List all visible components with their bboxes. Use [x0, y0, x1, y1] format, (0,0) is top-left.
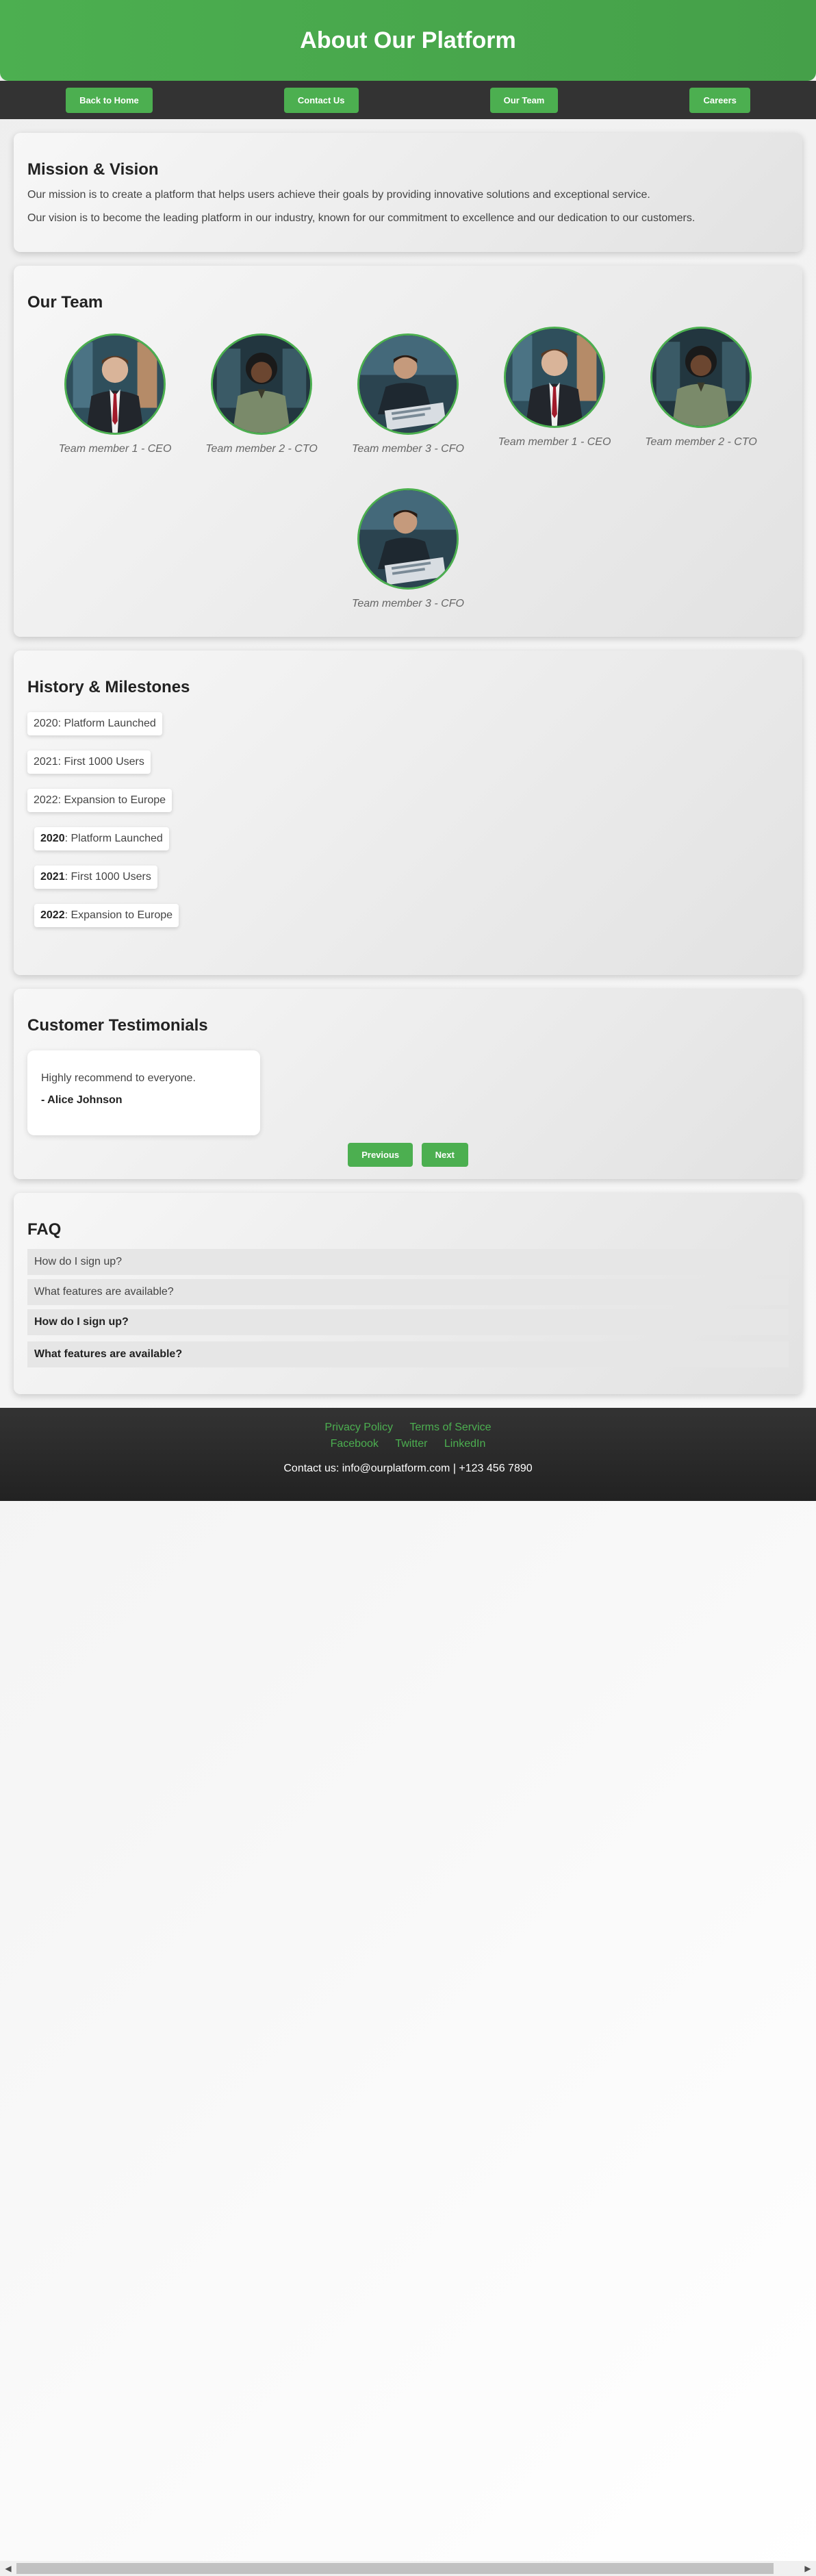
team-section: Our Team Team member 1 - CEO Team member… — [14, 266, 802, 637]
team-member-card: Team member 1 - CEO — [486, 327, 623, 449]
faq-heading: FAQ — [27, 1220, 62, 1239]
team-member-card: Team member 2 - CTO — [193, 333, 330, 455]
team-member-photo — [64, 333, 166, 435]
team-member-photo — [211, 333, 312, 435]
nav-contact-us-button[interactable]: Contact Us — [283, 87, 359, 113]
milestone-year: 2022 — [40, 909, 65, 921]
milestone-text: : Platform Launched — [64, 833, 163, 844]
team-member-photo — [650, 327, 752, 428]
person-photo-icon — [359, 490, 457, 588]
team-member-caption: Team member 3 - CFO — [352, 443, 464, 455]
team-member-card: Team member 2 - CTO — [633, 327, 769, 449]
team-member-photo — [504, 327, 605, 428]
team-member-caption: Team member 2 - CTO — [645, 436, 757, 448]
faq-question-sign-up[interactable]: How do I sign up? — [27, 1249, 789, 1275]
milestone-year: 2020 — [40, 833, 65, 844]
previous-button[interactable]: Previous — [348, 1143, 413, 1167]
team-heading: Our Team — [27, 293, 103, 312]
milestone-item: 2020: Platform Launched — [27, 712, 162, 735]
testimonial-controls: Previous Next — [14, 1143, 802, 1167]
team-member-caption: Team member 3 - CFO — [352, 598, 464, 609]
twitter-link[interactable]: Twitter — [395, 1438, 427, 1450]
team-member-card: Team member 3 - CFO — [340, 488, 476, 610]
footer-contact: Contact us: info@ourplatform.com | +123 … — [283, 1463, 533, 1474]
page-title: About Our Platform — [300, 27, 516, 53]
team-member-photo — [357, 333, 459, 435]
person-photo-icon — [506, 329, 603, 426]
person-photo-icon — [66, 336, 164, 433]
faq-question-features[interactable]: What features are available? — [27, 1279, 789, 1305]
history-heading: History & Milestones — [27, 678, 190, 696]
team-member-card: Team member 3 - CFO — [340, 333, 476, 455]
mission-paragraph: Our mission is to create a platform that… — [27, 189, 650, 201]
terms-of-service-link[interactable]: Terms of Service — [409, 1422, 491, 1433]
team-member-card: Team member 1 - CEO — [47, 333, 183, 455]
person-photo-icon — [359, 336, 457, 433]
milestone-item: 2022: Expansion to Europe — [27, 789, 173, 812]
testimonial-quote: Highly recommend to everyone. — [41, 1072, 196, 1084]
testimonials-section: Customer Testimonials Highly recommend t… — [14, 989, 802, 1179]
top-nav: Back to Home Contact Us Our Team Careers — [0, 81, 816, 119]
footer-links-row: Privacy Policy Terms of Service — [0, 1408, 816, 1434]
history-section: History & Milestones 2020: Platform Laun… — [14, 651, 802, 975]
linkedin-link[interactable]: LinkedIn — [444, 1438, 486, 1450]
milestone-item: 2022: Expansion to Europe — [34, 904, 179, 927]
milestone-year: 2021 — [40, 871, 65, 883]
milestone-item: 2021: First 1000 Users — [27, 750, 151, 774]
facebook-link[interactable]: Facebook — [331, 1438, 379, 1450]
page-header: About Our Platform — [0, 0, 816, 81]
faq-question-features[interactable]: What features are available? — [27, 1341, 789, 1367]
team-member-caption: Team member 1 - CEO — [58, 443, 172, 455]
vision-paragraph: Our vision is to become the leading plat… — [27, 212, 696, 224]
team-member-caption: Team member 2 - CTO — [205, 443, 318, 455]
next-button[interactable]: Next — [421, 1143, 468, 1167]
nav-our-team-button[interactable]: Our Team — [489, 87, 559, 113]
testimonial-card: Highly recommend to everyone. - Alice Jo… — [27, 1050, 260, 1135]
mission-section: Mission & Vision Our mission is to creat… — [14, 133, 802, 252]
team-member-photo — [357, 488, 459, 590]
testimonial-author: - Alice Johnson — [41, 1094, 123, 1106]
milestone-item: 2020: Platform Launched — [34, 827, 169, 850]
mission-heading: Mission & Vision — [27, 160, 159, 179]
faq-question-sign-up[interactable]: How do I sign up? — [27, 1309, 789, 1335]
footer-social-row: Facebook Twitter LinkedIn — [0, 1438, 816, 1450]
nav-back-to-home-button[interactable]: Back to Home — [66, 87, 153, 113]
milestone-item: 2021: First 1000 Users — [34, 866, 157, 889]
nav-careers-button[interactable]: Careers — [689, 87, 750, 113]
person-photo-icon — [652, 329, 750, 426]
faq-section: FAQ How do I sign up? What features are … — [14, 1193, 802, 1394]
person-photo-icon — [213, 336, 310, 433]
page-footer: Privacy Policy Terms of Service Facebook… — [0, 1408, 816, 1501]
team-member-caption: Team member 1 - CEO — [498, 436, 611, 448]
horizontal-scrollbar[interactable]: ◀ ▶ — [0, 2561, 816, 2576]
testimonials-heading: Customer Testimonials — [27, 1016, 208, 1035]
privacy-policy-link[interactable]: Privacy Policy — [324, 1422, 393, 1433]
scroll-left-arrow-icon[interactable]: ◀ — [3, 2563, 14, 2574]
milestone-text: : Expansion to Europe — [64, 909, 173, 921]
scrollbar-thumb[interactable] — [16, 2563, 774, 2574]
milestone-text: : First 1000 Users — [64, 871, 151, 883]
scroll-right-arrow-icon[interactable]: ▶ — [802, 2563, 813, 2574]
